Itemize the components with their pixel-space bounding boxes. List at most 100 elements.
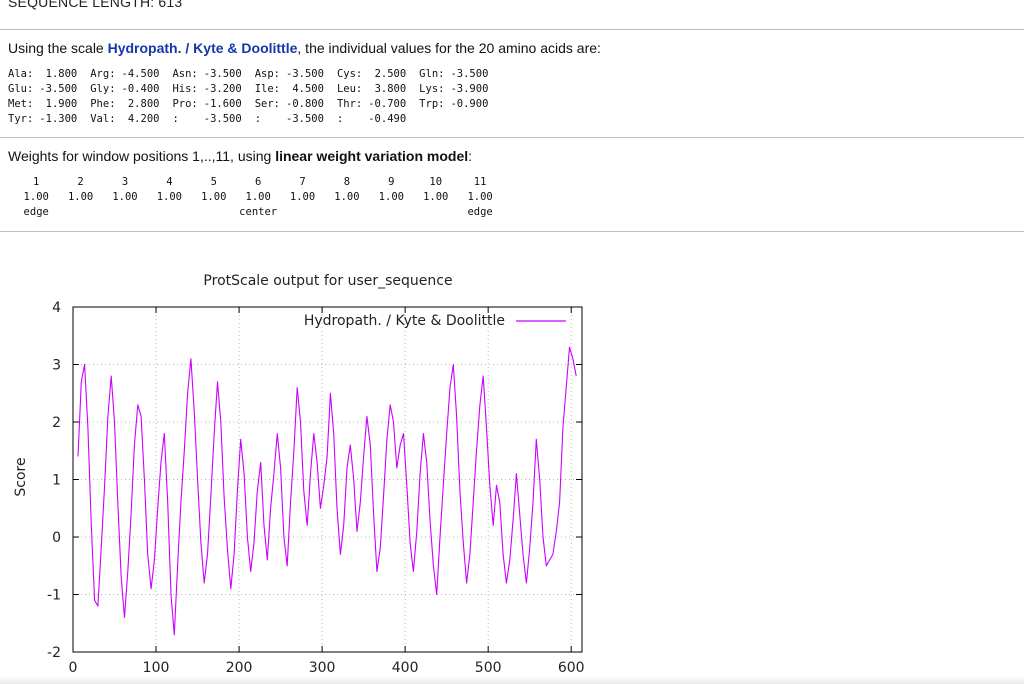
amino-acid-name: His:	[172, 83, 198, 95]
chart-title: ProtScale output for user_sequence	[203, 273, 452, 289]
y-tick-label: -1	[47, 588, 61, 604]
hydropathy-series-line	[77, 346, 577, 636]
weight-position-cell: 2	[77, 176, 84, 188]
divider	[0, 29, 1024, 30]
x-tick-label: 0	[69, 660, 78, 676]
weight-value-cell: 1.00	[156, 191, 183, 203]
weight-position-cell: 7	[299, 176, 306, 188]
y-tick-label: 4	[52, 300, 61, 316]
weight-value-cell: 1.00	[23, 191, 49, 203]
weights-values-row: 1.00 1.00 1.00 1.00 1.00 1.00 1.00 1.00 1.00 1.00…	[14, 190, 502, 205]
amino-acid-name: Cys:	[336, 68, 363, 80]
x-tick-label: 400	[392, 660, 419, 676]
weights-notes-row: edge center edge	[14, 205, 502, 220]
weight-note-cell	[147, 205, 191, 220]
weight-value-cell: 1.00	[67, 191, 94, 203]
amino-acid-name: Asp:	[254, 68, 280, 80]
x-tick-label: 200	[226, 660, 253, 676]
amino-acid-value: -1.600	[203, 98, 242, 110]
weight-value-cell: 1.00	[334, 191, 360, 203]
amino-acid-value: -3.500	[203, 113, 242, 125]
legend-label: Hydropath. / Kyte & Doolittle	[304, 313, 505, 329]
weight-note-cell	[280, 205, 324, 220]
amino-acid-value: 4.200	[127, 113, 160, 125]
amino-acid-value: 2.800	[127, 98, 160, 110]
amino-acid-name: Pro:	[172, 98, 198, 110]
amino-acid-name: Trp:	[419, 98, 445, 110]
weight-position-cell: 11	[473, 176, 487, 188]
y-tick-label: 1	[52, 473, 61, 489]
divider	[0, 231, 1024, 232]
amino-acid-name: Met:	[8, 98, 34, 110]
amino-acid-value: 1.800	[45, 68, 78, 80]
amino-acid-name: Thr:	[336, 98, 363, 110]
y-tick-label: 0	[52, 530, 61, 546]
divider	[0, 137, 1024, 138]
amino-acid-name: Tyr:	[8, 113, 34, 125]
y-tick-label: 2	[52, 415, 61, 431]
amino-acid-value: 1.900	[45, 98, 78, 110]
amino-acid-name: Gly:	[90, 83, 116, 95]
amino-acid-name: Leu:	[336, 83, 363, 95]
weight-value-cell: 1.00	[467, 191, 493, 203]
amino-acid-value: -3.200	[203, 83, 242, 95]
weight-position-cell: 9	[388, 176, 395, 188]
amino-acid-name: Lys:	[419, 83, 445, 95]
amino-acid-row: Glu: -3.500 Gly: -0.400 His: -3.200 Ile: 4.500 L…	[8, 82, 488, 97]
weight-note-cell	[369, 205, 413, 220]
amino-acid-name: :	[172, 113, 179, 125]
weight-model-name: linear weight variation model	[275, 148, 469, 164]
amino-acid-row: Tyr: -1.300 Val: 4.200: -3.500: -3.500: -0.490	[8, 112, 488, 127]
amino-acid-value: 4.500	[292, 83, 324, 95]
weight-position-cell: 1	[33, 176, 40, 188]
amino-acid-value: -3.900	[450, 83, 489, 95]
weight-note-cell	[325, 205, 369, 220]
y-tick-label: 3	[52, 358, 61, 374]
amino-acid-name: :	[336, 113, 344, 125]
amino-acid-value: -0.400	[121, 83, 160, 95]
amino-acid-name: Glu:	[8, 83, 34, 95]
amino-acid-value: -0.700	[368, 98, 407, 110]
amino-acid-values-table: Ala: 1.800 Arg: -4.500 Asn: -3.500 Asp: -3.500 C…	[8, 67, 488, 127]
weight-position-cell: 6	[254, 176, 262, 188]
weights-intro: Weights for window positions 1,..,11, us…	[8, 148, 473, 164]
x-tick-label: 500	[475, 660, 502, 676]
amino-acid-value: -3.500	[286, 113, 324, 125]
amino-acid-value: -0.490	[368, 113, 407, 125]
weight-note-cell: edge	[467, 206, 493, 218]
amino-acid-value: -1.300	[39, 113, 78, 125]
x-tick-label: 100	[143, 660, 170, 676]
amino-acid-value: -3.500	[39, 83, 78, 95]
x-tick-label: 600	[558, 660, 585, 676]
amino-acid-value: -0.800	[286, 98, 324, 110]
weight-position-cell: 3	[121, 176, 129, 188]
weight-value-cell: 1.00	[245, 191, 271, 203]
amino-acid-row: Ala: 1.800 Arg: -4.500 Asn: -3.500 Asp: -3.500 C…	[8, 67, 488, 82]
amino-acid-row: Met: 1.900 Phe: 2.800 Pro: -1.600 Ser: -0.800 Th…	[8, 97, 488, 112]
weight-value-cell: 1.00	[201, 191, 227, 203]
weight-note-cell	[103, 205, 147, 220]
weight-value-cell: 1.00	[289, 191, 316, 203]
scale-name-link[interactable]: Hydropath. / Kyte & Doolittle	[108, 40, 298, 56]
amino-acid-name: Asn:	[172, 68, 198, 80]
weight-value-cell: 1.00	[423, 191, 449, 203]
weight-note-cell	[58, 205, 102, 220]
weight-position-cell: 5	[210, 176, 217, 188]
amino-acid-name: Arg:	[90, 68, 116, 80]
weight-position-cell: 10	[429, 176, 443, 188]
weight-note-cell: center	[239, 206, 278, 218]
amino-acid-value: -3.500	[450, 68, 489, 80]
amino-acid-value: 2.500	[374, 68, 407, 80]
y-tick-label: -2	[47, 645, 61, 661]
amino-acid-value: -4.500	[121, 68, 160, 80]
weight-note-cell	[414, 205, 458, 220]
amino-acid-value: -0.900	[450, 98, 489, 110]
amino-acid-name: :	[254, 113, 262, 125]
weight-note-cell	[192, 205, 236, 220]
window-weights-table: 1 2 3 4 5 6 7 8 9 10 11 1.00 1.00 1.00 1.00 1.00 1.00 1.0…	[14, 175, 502, 220]
weights-positions-row: 1 2 3 4 5 6 7 8 9 10 11	[14, 175, 502, 190]
weight-value-cell: 1.00	[112, 191, 138, 203]
amino-acid-name: Ile:	[254, 83, 280, 95]
amino-acid-name: Ala:	[8, 68, 34, 80]
amino-acid-name: Gln:	[419, 68, 445, 80]
